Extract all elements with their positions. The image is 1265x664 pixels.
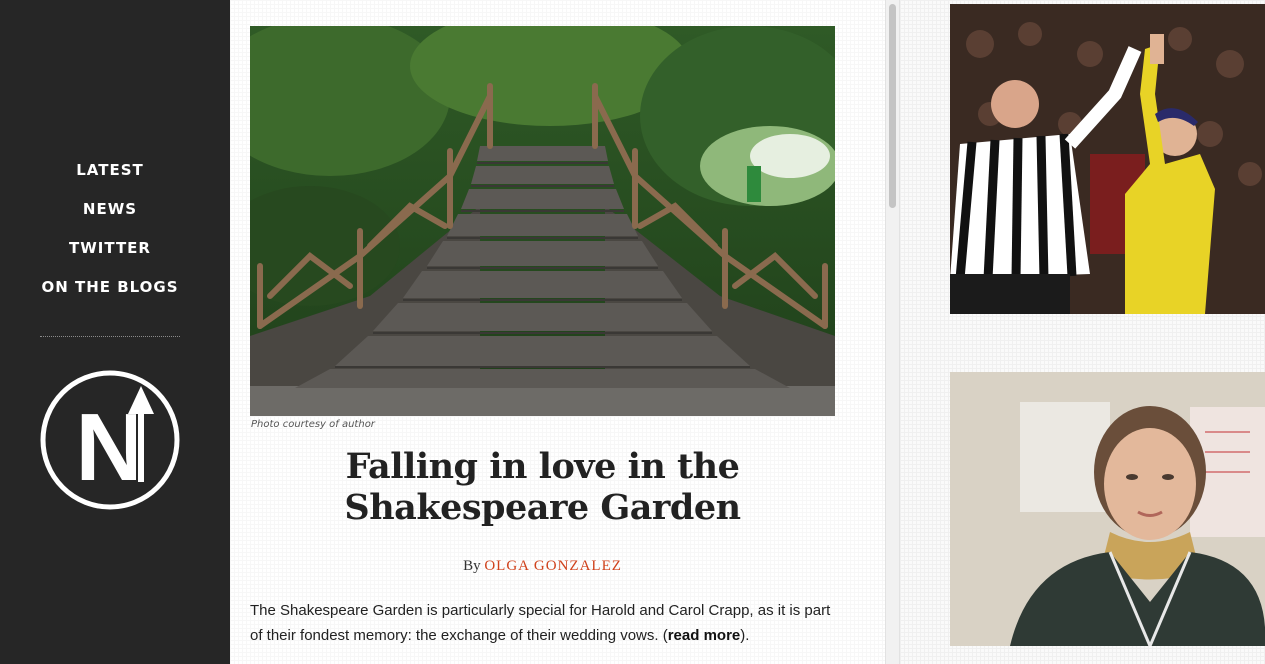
article-title[interactable]: Falling in love in the Shakespeare Garde…: [250, 446, 835, 528]
main-nav: LATEST NEWS TWITTER ON THE BLOGS: [0, 155, 220, 311]
nav-divider: [40, 336, 180, 337]
article-byline: By OLGA GONZALEZ: [250, 558, 835, 575]
nav-item-news[interactable]: NEWS: [0, 194, 220, 233]
read-more-link[interactable]: read more: [668, 627, 741, 644]
byline-prefix: By: [463, 558, 481, 574]
scrollbar-track[interactable]: [885, 0, 900, 664]
article-column: Photo courtesy of author Falling in love…: [230, 0, 885, 664]
nav-item-on-the-blogs[interactable]: ON THE BLOGS: [0, 272, 220, 311]
site-logo[interactable]: N: [40, 370, 180, 510]
scrollbar-thumb[interactable]: [889, 4, 896, 208]
photo-caption: Photo courtesy of author: [251, 419, 375, 430]
excerpt-end: ).: [740, 627, 750, 644]
nav-item-twitter[interactable]: TWITTER: [0, 233, 220, 272]
logo-arrow-shaft: [138, 410, 144, 482]
nav-item-latest[interactable]: LATEST: [0, 155, 220, 194]
article-hero-image[interactable]: [250, 26, 835, 416]
article-excerpt: The Shakespeare Garden is particularly s…: [250, 598, 840, 648]
related-column: [900, 0, 1265, 664]
author-link[interactable]: OLGA GONZALEZ: [484, 558, 622, 574]
portrait-thumbnail-image[interactable]: [950, 372, 1265, 646]
sidebar: LATEST NEWS TWITTER ON THE BLOGS N: [0, 0, 230, 664]
wrestling-thumbnail-image[interactable]: [950, 4, 1265, 314]
